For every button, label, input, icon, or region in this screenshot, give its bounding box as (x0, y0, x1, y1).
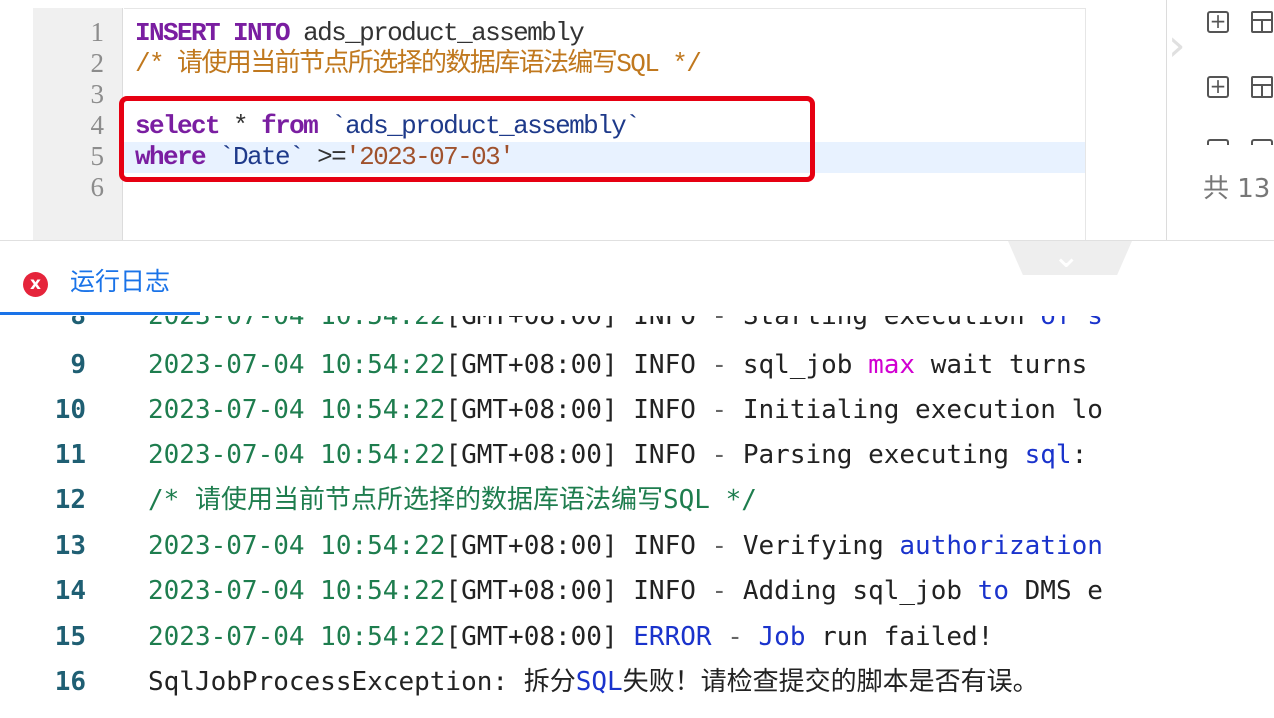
table-grid-icon[interactable] (1251, 76, 1273, 98)
log-line-number: 16 (54, 667, 86, 697)
log-line-text: SqlJobProcessException: 拆分SQL失败！请检查提交的脚本… (148, 667, 1039, 697)
log-line-number: 8 (70, 316, 86, 331)
line-number: 6 (90, 172, 105, 202)
log-row: 14 2023-07-04 10:54:22[GMT+08:00] INFO -… (0, 569, 1274, 614)
highlight-annotation-box (119, 96, 815, 182)
log-row: 15 2023-07-04 10:54:22[GMT+08:00] ERROR … (0, 615, 1274, 660)
log-line-text: /* 请使用当前节点所选择的数据库语法编写SQL */ (148, 485, 757, 515)
line-number: 3 (90, 79, 105, 109)
line-number: 5 (90, 141, 105, 171)
log-line-text: 2023-07-04 10:54:22[GMT+08:00] INFO - sq… (148, 350, 1088, 380)
log-row: 12 /* 请使用当前节点所选择的数据库语法编写SQL */ (0, 478, 1274, 523)
log-line-text: 2023-07-04 10:54:22[GMT+08:00] INFO - Ad… (148, 576, 1103, 606)
table-grid-icon[interactable] (1251, 11, 1273, 33)
line-number: 1 (90, 17, 105, 47)
chevron-right-icon[interactable]: › (1168, 20, 1186, 71)
table-grid-icon[interactable] (1251, 139, 1273, 145)
run-log-output[interactable]: 8 2023-07-04 10:54:22[GMT+08:00] INFO - … (0, 316, 1274, 718)
line-number: 2 (90, 48, 105, 78)
log-line-text: 2023-07-04 10:54:22[GMT+08:00] INFO - Ve… (148, 531, 1103, 561)
plus-box-icon[interactable]: + (1207, 76, 1229, 98)
plus-box-icon[interactable] (1207, 139, 1229, 145)
log-line-number: 9 (70, 350, 86, 380)
log-row: 10 2023-07-04 10:54:22[GMT+08:00] INFO -… (0, 388, 1274, 433)
error-circle-icon: x (23, 272, 48, 297)
log-line-text: 2023-07-04 10:54:22[GMT+08:00] INFO - Pa… (148, 440, 1088, 470)
panel-divider (1166, 0, 1167, 240)
log-line-text: 2023-07-04 10:54:22[GMT+08:00] INFO - In… (148, 395, 1103, 425)
log-row: 13 2023-07-04 10:54:22[GMT+08:00] INFO -… (0, 524, 1274, 569)
plus-box-icon[interactable]: + (1207, 11, 1229, 33)
log-row: 9 2023-07-04 10:54:22[GMT+08:00] INFO - … (0, 343, 1274, 388)
result-count-label: 共 13 (1203, 174, 1271, 204)
log-line-number: 10 (54, 395, 86, 425)
log-line-number: 12 (54, 485, 86, 515)
log-line-number: 13 (54, 531, 86, 561)
log-line-text: 2023-07-04 10:54:22[GMT+08:00] ERROR - J… (148, 622, 994, 652)
code-line-1[interactable]: INSERT INTO ads_product_assembly (135, 18, 585, 49)
sql-editor[interactable]: 1 2 3 4 5 6 INSERT INTO ads_product_asse… (0, 0, 1274, 240)
tab-run-log[interactable]: 运行日志 (70, 262, 170, 298)
active-tab-indicator (0, 312, 200, 315)
log-line-text: 2023-07-04 10:54:22[GMT+08:00] INFO - St… (148, 316, 1103, 331)
log-line-number: 11 (54, 440, 86, 470)
editor-left-margin (0, 0, 33, 240)
log-row: 11 2023-07-04 10:54:22[GMT+08:00] INFO -… (0, 433, 1274, 478)
line-number-gutter: 1 2 3 4 5 6 (33, 8, 123, 240)
log-row: 8 2023-07-04 10:54:22[GMT+08:00] INFO - … (0, 316, 1274, 339)
line-number: 4 (90, 110, 105, 140)
log-row: 16 SqlJobProcessException: 拆分SQL失败！请检查提交… (0, 660, 1274, 705)
log-line-number: 15 (54, 622, 86, 652)
log-line-number: 14 (54, 576, 86, 606)
code-line-2[interactable]: /* 请使用当前节点所选择的数据库语法编写SQL */ (135, 49, 702, 80)
chevron-down-icon[interactable]: ⌄ (1052, 236, 1081, 276)
